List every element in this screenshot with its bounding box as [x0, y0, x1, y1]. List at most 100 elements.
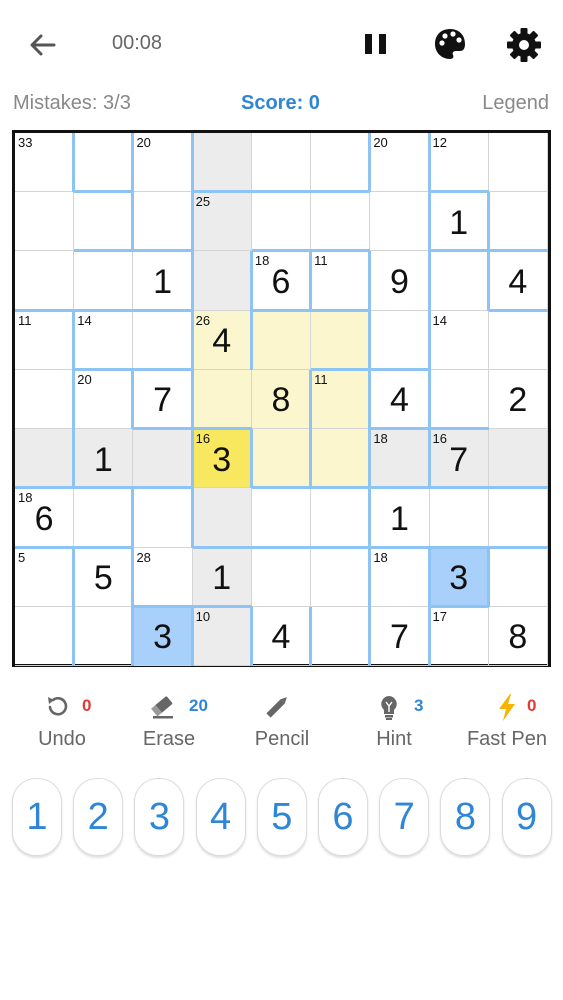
board-cell[interactable]: 7 [370, 606, 430, 666]
board-cell[interactable] [311, 429, 371, 489]
board-cell[interactable]: 16 3 [192, 429, 252, 489]
board-cell[interactable] [15, 429, 75, 489]
board-cell[interactable] [370, 192, 430, 252]
back-arrow-icon[interactable] [26, 28, 60, 62]
board-cell[interactable] [251, 547, 312, 607]
board-cell[interactable] [488, 133, 548, 193]
board-cell[interactable] [311, 310, 371, 370]
board-cell[interactable] [15, 369, 75, 430]
board-cell[interactable]: 18 [370, 547, 430, 607]
board-cell[interactable]: 5 [15, 547, 75, 607]
board-cell[interactable]: 11 [311, 369, 371, 430]
palette-icon[interactable] [432, 26, 468, 62]
board-cell[interactable]: 18 6 [251, 251, 312, 311]
board-cell[interactable]: 28 [133, 547, 193, 607]
board-cell[interactable]: 18 [370, 429, 430, 489]
board-cell[interactable]: 26 4 [192, 310, 252, 370]
board-cell[interactable]: 14 [429, 310, 489, 370]
board-cell[interactable]: 20 [133, 133, 193, 193]
board-cell[interactable] [192, 488, 252, 548]
board-cell[interactable] [429, 251, 489, 311]
number-key-9[interactable]: 9 [501, 778, 552, 856]
board-cell[interactable]: 3 [133, 606, 193, 666]
board-cell[interactable] [488, 310, 548, 370]
board-cell[interactable]: 10 [192, 606, 252, 666]
board-cell[interactable] [488, 547, 548, 607]
tool-undo-button[interactable]: 0 Undo [12, 690, 112, 756]
board-cell[interactable] [192, 133, 252, 193]
tool-erase-button[interactable]: 20 Erase [119, 690, 219, 756]
number-key-4[interactable]: 4 [195, 778, 246, 856]
board-cell[interactable] [15, 251, 75, 311]
board-cell[interactable]: 1 [370, 488, 430, 548]
number-key-8[interactable]: 8 [440, 778, 491, 856]
number-key-2[interactable]: 2 [73, 778, 124, 856]
board-cell[interactable]: 18 6 [15, 488, 75, 548]
board-cell[interactable] [251, 192, 312, 252]
board-cell[interactable]: 8 [251, 369, 312, 430]
board-cell[interactable] [429, 369, 489, 430]
board-cell[interactable] [370, 310, 430, 370]
board-cell[interactable] [74, 251, 134, 311]
board-cell[interactable] [133, 192, 193, 252]
board-cell[interactable] [488, 429, 548, 489]
board-cell[interactable]: 17 [429, 606, 489, 666]
board-cell[interactable] [311, 192, 371, 252]
board-cell[interactable]: 1 [133, 251, 193, 311]
board-cell[interactable]: 20 [370, 133, 430, 193]
board-cell[interactable] [192, 251, 252, 311]
board-cell[interactable] [311, 547, 371, 607]
board-cell[interactable]: 8 [488, 606, 548, 666]
board-cell[interactable] [15, 606, 75, 666]
number-key-3[interactable]: 3 [134, 778, 185, 856]
board-cell[interactable] [251, 488, 312, 548]
legend-link[interactable]: Legend [482, 92, 549, 116]
board-cell[interactable] [488, 192, 548, 252]
board-cell[interactable] [311, 133, 371, 193]
board-cell[interactable]: 1 [429, 192, 489, 252]
board-cell[interactable]: 7 [133, 369, 193, 430]
board-cell[interactable]: 11 [15, 310, 75, 370]
board-cell[interactable]: 4 [488, 251, 548, 311]
board-cell[interactable] [488, 488, 548, 548]
board-cell[interactable] [251, 133, 312, 193]
board-cell[interactable] [311, 488, 371, 548]
board-cell[interactable]: 3 [429, 547, 489, 607]
board-cell[interactable]: 16 7 [429, 429, 489, 489]
board-cell[interactable] [15, 192, 75, 252]
gear-icon[interactable] [505, 26, 543, 64]
board-cell[interactable] [429, 488, 489, 548]
board-cell[interactable]: 33 [15, 133, 75, 193]
board-cell[interactable]: 25 [192, 192, 252, 252]
board-cell[interactable] [74, 192, 134, 252]
board-cell[interactable] [133, 310, 193, 370]
number-key-1[interactable]: 1 [12, 778, 62, 856]
board-cell[interactable]: 11 [311, 251, 371, 311]
board-cell[interactable]: 9 [370, 251, 430, 311]
tool-hint-button[interactable]: 3 Hint [344, 690, 444, 756]
number-key-7[interactable]: 7 [379, 778, 430, 856]
board-cell[interactable]: 1 [74, 429, 134, 489]
board-cell[interactable] [133, 429, 193, 489]
board-cell[interactable] [133, 488, 193, 548]
board-cell[interactable]: 5 [74, 547, 134, 607]
board-cell[interactable]: 2 [488, 369, 548, 430]
board-cell[interactable]: 12 [429, 133, 489, 193]
number-key-5[interactable]: 5 [256, 778, 307, 856]
board-cell[interactable]: 20 [74, 369, 134, 430]
board-cell[interactable] [192, 369, 252, 430]
board-cell[interactable] [311, 606, 371, 666]
number-key-6[interactable]: 6 [318, 778, 368, 856]
board-cell[interactable] [74, 606, 134, 666]
tool-fast-pen-button[interactable]: 0 Fast Pen [457, 690, 557, 756]
board-cell[interactable]: 4 [370, 369, 430, 430]
board-cell[interactable]: 4 [251, 606, 312, 666]
board-cell[interactable]: 14 [74, 310, 134, 370]
board-cell[interactable] [74, 488, 134, 548]
tool-pencil-button[interactable]: Pencil [232, 690, 332, 756]
board-cell[interactable] [251, 310, 312, 370]
pause-icon[interactable] [360, 26, 392, 62]
board-cell[interactable] [74, 133, 134, 193]
board-cell[interactable]: 1 [192, 547, 252, 607]
board-cell[interactable] [251, 429, 312, 489]
